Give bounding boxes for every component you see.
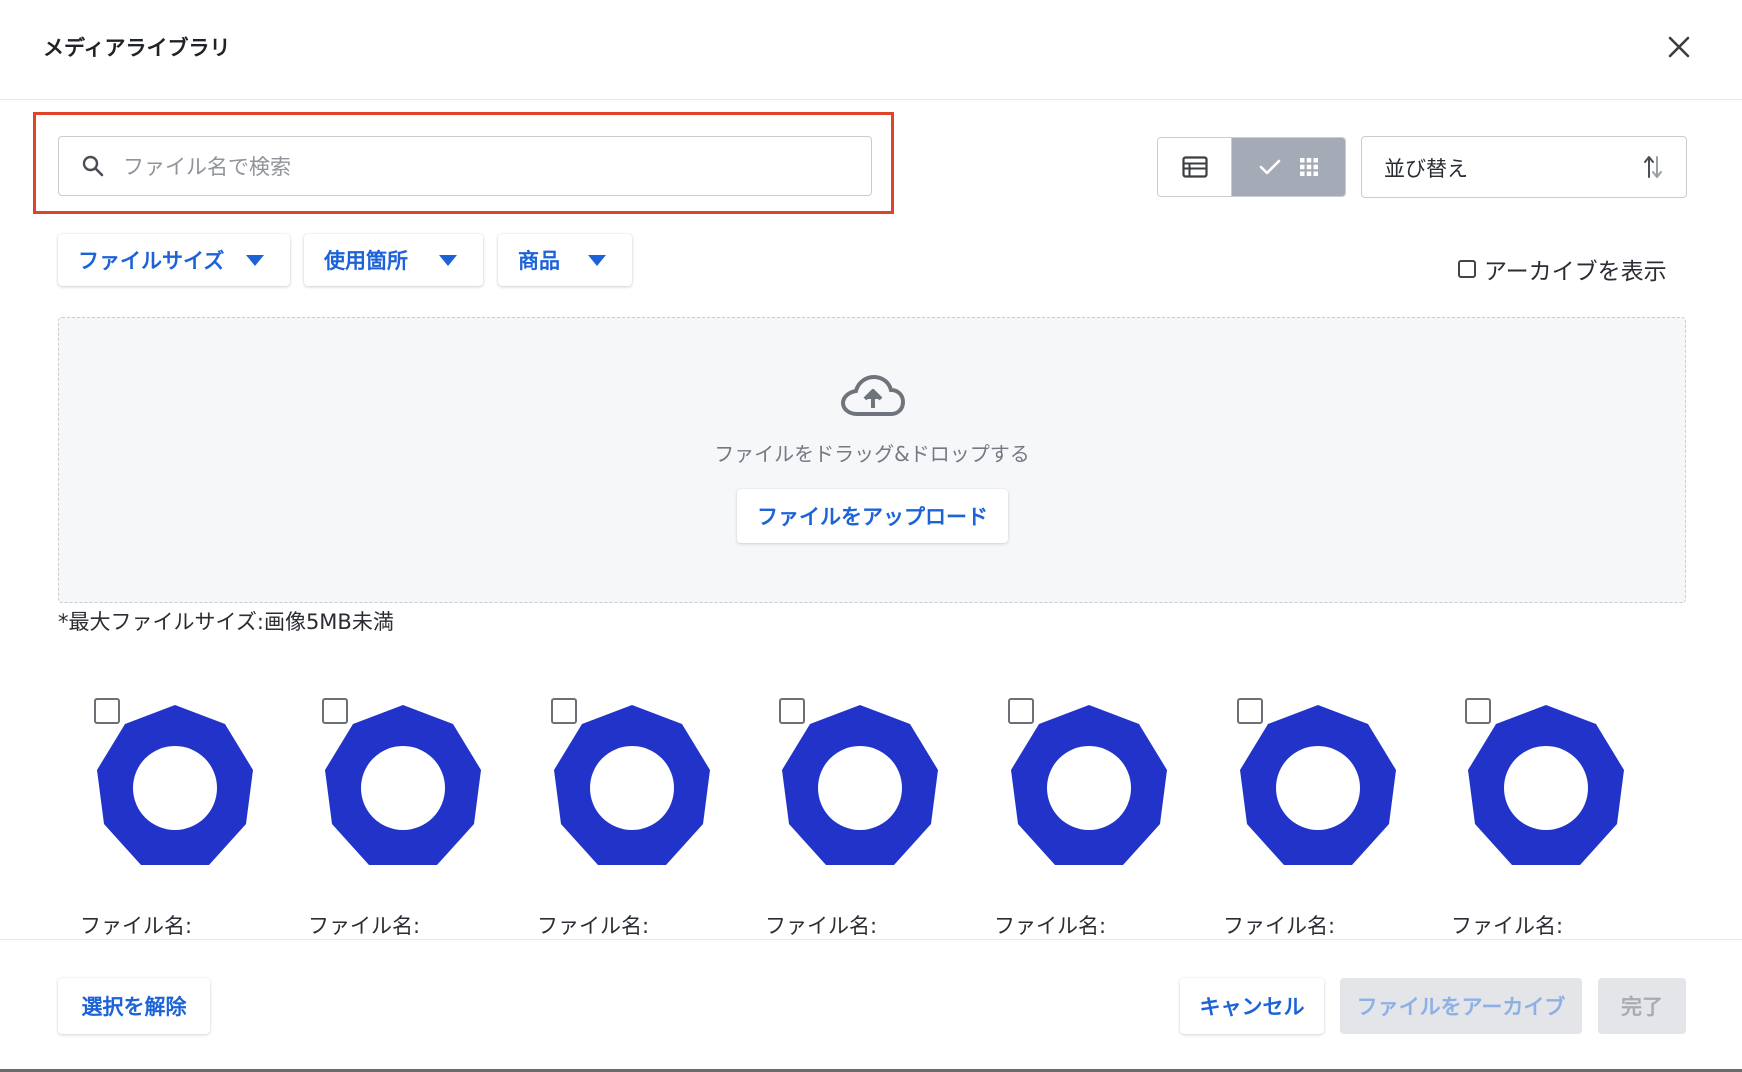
- dialog-footer: 選択を解除 キャンセル ファイルをアーカイブ 完了: [0, 939, 1742, 1069]
- close-button[interactable]: [1660, 28, 1698, 66]
- filter-product[interactable]: 商品: [498, 234, 632, 286]
- view-mode-toggle: [1157, 137, 1346, 197]
- show-archive-label: アーカイブを表示: [1484, 259, 1667, 285]
- file-thumbnail-image: [325, 705, 481, 865]
- file-select-checkbox[interactable]: [1465, 698, 1491, 724]
- file-card[interactable]: ファイル名:: [1451, 690, 1665, 940]
- archive-files-button[interactable]: ファイルをアーカイブ: [1340, 978, 1582, 1034]
- file-card[interactable]: ファイル名:: [994, 690, 1208, 940]
- file-name-label: ファイル名:: [1223, 914, 1336, 938]
- caret-down-icon: [246, 255, 264, 266]
- sort-select[interactable]: 並び替え: [1361, 136, 1687, 198]
- file-card[interactable]: ファイル名:: [80, 690, 294, 940]
- file-select-checkbox[interactable]: [1237, 698, 1263, 724]
- check-icon: [1259, 159, 1280, 175]
- file-name-label: ファイル名:: [1451, 914, 1564, 938]
- file-thumbnail-image: [1240, 705, 1396, 865]
- file-thumbnail-image: [782, 705, 938, 865]
- file-name-label: ファイル名:: [994, 914, 1107, 938]
- media-library-dialog: メディアライブラリ ファイル名で検索 並び替え ファイルサイズ 使用箇所 商品 …: [0, 0, 1742, 1069]
- file-select-checkbox[interactable]: [322, 698, 348, 724]
- file-card[interactable]: ファイル名:: [308, 690, 522, 940]
- file-card[interactable]: ファイル名:: [1223, 690, 1437, 940]
- file-thumbnail-image: [1468, 705, 1624, 865]
- file-select-checkbox[interactable]: [94, 698, 120, 724]
- file-name-label: ファイル名:: [308, 914, 421, 938]
- filter-file-size[interactable]: ファイルサイズ: [58, 234, 290, 286]
- caret-down-icon: [588, 255, 606, 266]
- file-thumbnail-image: [1011, 705, 1167, 865]
- file-select-checkbox[interactable]: [779, 698, 805, 724]
- filter-usage-location-label: 使用箇所: [324, 249, 408, 273]
- grid-view-button[interactable]: [1232, 138, 1345, 196]
- upload-file-button[interactable]: ファイルをアップロード: [737, 489, 1008, 543]
- show-archive-toggle[interactable]: アーカイブを表示: [1458, 252, 1667, 286]
- filter-file-size-label: ファイルサイズ: [78, 249, 225, 273]
- file-thumbnail-image: [554, 705, 710, 865]
- sort-select-label: 並び替え: [1384, 157, 1468, 181]
- filter-product-label: 商品: [518, 249, 560, 273]
- file-card[interactable]: ファイル名:: [537, 690, 751, 940]
- max-file-size-note: *最大ファイルサイズ:画像5MB未満: [58, 610, 394, 634]
- search-icon: [82, 155, 104, 177]
- show-archive-checkbox[interactable]: [1458, 260, 1476, 278]
- dropzone-text: ファイルをドラッグ&ドロップする: [714, 442, 1030, 466]
- file-dropzone[interactable]: ファイルをドラッグ&ドロップする ファイルをアップロード: [58, 317, 1686, 603]
- file-name-label: ファイル名:: [537, 914, 650, 938]
- grid-view-icon: [1299, 158, 1318, 176]
- done-button[interactable]: 完了: [1598, 978, 1686, 1034]
- cloud-upload-icon: [841, 374, 905, 416]
- file-grid: ファイル名: ファイル名: ファイル名: ファイル名: ファイル名: ファイル名…: [0, 690, 1742, 940]
- close-icon: [1668, 36, 1690, 58]
- file-name-label: ファイル名:: [80, 914, 193, 938]
- search-box[interactable]: [58, 136, 872, 196]
- dialog-title: メディアライブラリ: [43, 36, 231, 60]
- dialog-header: メディアライブラリ: [0, 0, 1742, 100]
- sort-arrows-icon: [1644, 156, 1662, 178]
- list-view-button[interactable]: [1158, 138, 1232, 196]
- search-input[interactable]: [121, 145, 855, 189]
- file-name-label: ファイル名:: [765, 914, 878, 938]
- file-select-checkbox[interactable]: [551, 698, 577, 724]
- caret-down-icon: [439, 255, 457, 266]
- file-select-checkbox[interactable]: [1008, 698, 1034, 724]
- cancel-button[interactable]: キャンセル: [1180, 978, 1324, 1034]
- filter-usage-location[interactable]: 使用箇所: [304, 234, 483, 286]
- list-view-icon: [1181, 156, 1208, 178]
- file-thumbnail-image: [97, 705, 253, 865]
- deselect-button[interactable]: 選択を解除: [58, 978, 210, 1034]
- file-card[interactable]: ファイル名:: [765, 690, 979, 940]
